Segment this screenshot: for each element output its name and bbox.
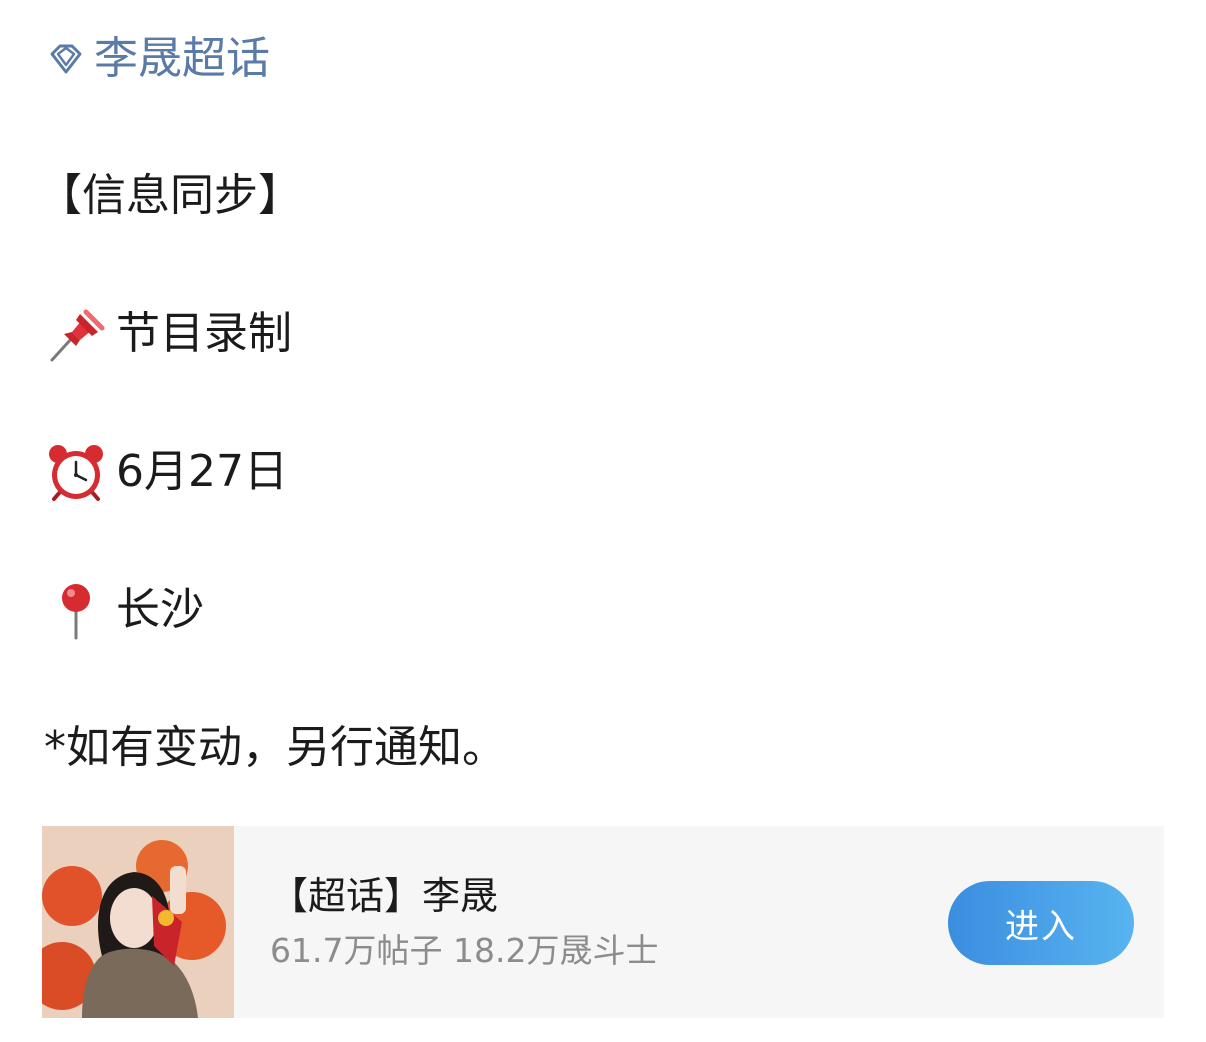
round-pin-icon bbox=[44, 580, 108, 640]
supertopic-avatar bbox=[42, 826, 234, 1018]
pushpin-icon bbox=[44, 304, 108, 364]
supertopic-info: 【超话】李晟 61.7万帖子 18.2万晟斗士 bbox=[270, 873, 658, 971]
post-line-date-text: 6月27日 bbox=[116, 446, 288, 497]
supertopic-link-label: 李晟超话 bbox=[94, 33, 270, 84]
alarm-clock-icon bbox=[44, 442, 108, 502]
post-note: *如有变动，另行通知。 bbox=[44, 718, 506, 778]
supertopic-card[interactable]: 【超话】李晟 61.7万帖子 18.2万晟斗士 进入 bbox=[42, 826, 1164, 1018]
post-line-location-text: 长沙 bbox=[116, 584, 204, 635]
supertopic-link[interactable]: 李晟超话 bbox=[44, 30, 270, 88]
diamond-icon bbox=[44, 37, 88, 81]
post-line-date: 6月27日 bbox=[44, 442, 288, 502]
enter-button[interactable]: 进入 bbox=[948, 881, 1134, 965]
post-line-program-text: 节目录制 bbox=[116, 308, 292, 359]
post-line-program: 节目录制 bbox=[44, 304, 292, 364]
supertopic-title: 【超话】李晟 bbox=[270, 874, 499, 918]
supertopic-stats: 61.7万帖子 18.2万晟斗士 bbox=[270, 931, 659, 970]
post-heading-text: 【信息同步】 bbox=[38, 170, 302, 221]
post-line-location: 长沙 bbox=[44, 580, 204, 640]
post-note-text: *如有变动，另行通知。 bbox=[44, 722, 506, 773]
post-heading: 【信息同步】 bbox=[38, 166, 302, 226]
